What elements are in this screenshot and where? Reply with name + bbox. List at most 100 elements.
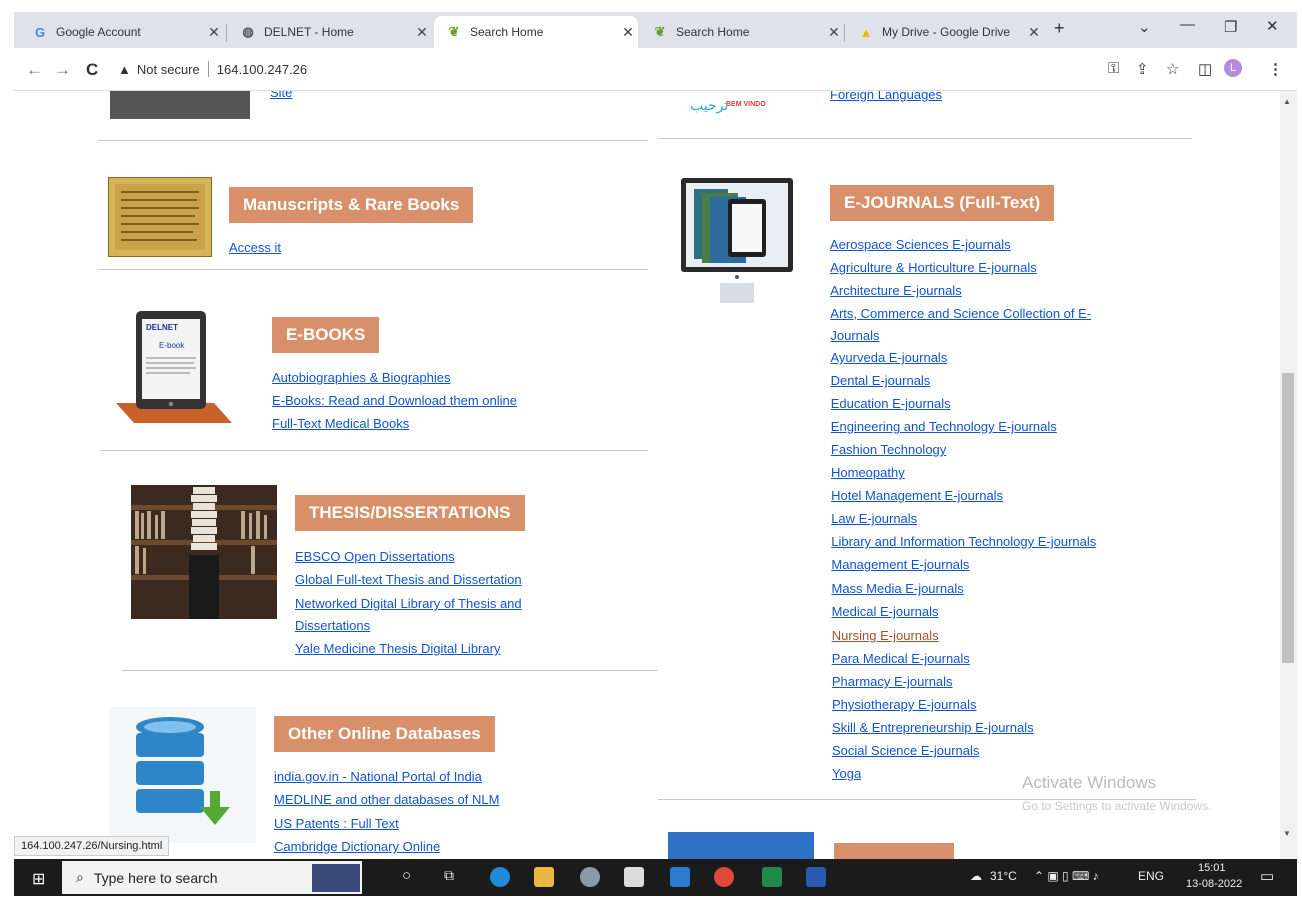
notification-icon[interactable]: ▭ bbox=[1260, 867, 1274, 885]
chevron-down-icon[interactable]: ⌄ bbox=[1138, 18, 1151, 36]
tab-strip: G Google Account ✕ ◍ DELNET - Home ✕ ❦ S… bbox=[14, 12, 1297, 48]
link-foreign-languages[interactable]: Foreign Languages bbox=[830, 91, 942, 103]
link-india-gov[interactable]: india.gov.in - National Portal of India bbox=[274, 769, 482, 785]
temperature[interactable]: 31°C bbox=[990, 869, 1017, 883]
ejournal-link[interactable]: Skill & Entrepreneurship E-journals bbox=[832, 720, 1034, 736]
ejournal-link[interactable]: Law E-journals bbox=[831, 511, 917, 527]
edge-icon[interactable] bbox=[490, 867, 510, 887]
link-yale-medicine-thesis[interactable]: Yale Medicine Thesis Digital Library bbox=[295, 641, 500, 657]
file-explorer-icon[interactable] bbox=[534, 867, 554, 887]
menu-icon[interactable]: ⋮ bbox=[1268, 60, 1283, 78]
restore-button[interactable]: ❐ bbox=[1224, 18, 1237, 36]
partial-section-title bbox=[834, 843, 954, 859]
weather-icon[interactable]: ☁ bbox=[970, 869, 982, 883]
ejournal-link[interactable]: Social Science E-journals bbox=[832, 743, 979, 759]
scroll-down-icon[interactable]: ▼ bbox=[1283, 829, 1291, 838]
link-access-it[interactable]: Access it bbox=[229, 240, 281, 256]
ejournal-link[interactable]: Ayurveda E-journals bbox=[831, 350, 948, 366]
scroll-up-icon[interactable]: ▲ bbox=[1283, 97, 1291, 106]
star-icon[interactable]: ☆ bbox=[1166, 60, 1179, 78]
taskbar-search-input[interactable]: ⌕ Type here to search bbox=[62, 861, 362, 894]
tab-title: DELNET - Home bbox=[264, 25, 354, 39]
ejournal-link[interactable]: Nursing E-journals bbox=[832, 628, 939, 644]
close-icon[interactable]: ✕ bbox=[824, 24, 844, 41]
close-icon[interactable]: ✕ bbox=[412, 24, 432, 41]
task-view-icon[interactable]: ⧉ bbox=[444, 867, 454, 884]
partial-image bbox=[110, 91, 250, 119]
google-icon: G bbox=[34, 24, 46, 40]
ejournal-link[interactable]: Agriculture & Horticulture E-journals bbox=[830, 260, 1037, 276]
link-ebooks-read-download[interactable]: E-Books: Read and Download them online bbox=[272, 393, 517, 409]
tray-icons[interactable]: ⌃ ▣ ▯ ⌨ ♪ bbox=[1034, 869, 1099, 883]
new-tab-button[interactable]: + bbox=[1054, 18, 1065, 39]
tab-delnet-home[interactable]: ◍ DELNET - Home ✕ bbox=[228, 16, 432, 48]
windows-start-icon[interactable]: ⊞ bbox=[32, 869, 45, 889]
close-window-button[interactable]: ✕ bbox=[1266, 17, 1279, 35]
section-title-ejournals: E-JOURNALS (Full-Text) bbox=[830, 185, 1055, 221]
clock-time[interactable]: 15:01 bbox=[1198, 862, 1226, 874]
close-icon[interactable]: ✕ bbox=[618, 24, 638, 41]
ejournal-link[interactable]: Architecture E-journals bbox=[830, 283, 962, 299]
settings-icon[interactable] bbox=[580, 867, 600, 887]
ejournal-link[interactable]: Para Medical E-journals bbox=[832, 651, 970, 667]
link-site[interactable]: Site bbox=[270, 91, 292, 101]
link-global-fulltext-thesis[interactable]: Global Full-text Thesis and Dissertation bbox=[295, 572, 522, 588]
word-icon[interactable] bbox=[806, 867, 826, 887]
ejournal-link[interactable]: Aerospace Sciences E-journals bbox=[830, 237, 1011, 253]
status-url: 164.100.247.26/Nursing.html bbox=[14, 836, 170, 856]
link-ndltd-cont[interactable]: Dissertations bbox=[295, 618, 370, 634]
url-text[interactable]: 164.100.247.26 bbox=[217, 62, 307, 77]
ejournal-link[interactable]: Hotel Management E-journals bbox=[831, 488, 1003, 504]
ejournal-link[interactable]: Yoga bbox=[832, 766, 861, 782]
tab-google-drive[interactable]: ▲ My Drive - Google Drive ✕ bbox=[846, 16, 1044, 48]
tab-title: My Drive - Google Drive bbox=[882, 25, 1011, 39]
ejournal-link[interactable]: Engineering and Technology E-journals bbox=[831, 419, 1057, 435]
ejournal-link[interactable]: Pharmacy E-journals bbox=[832, 674, 953, 690]
mail-icon[interactable] bbox=[670, 867, 690, 887]
language-indicator[interactable]: ENG bbox=[1138, 869, 1164, 883]
link-cambridge-dictionary[interactable]: Cambridge Dictionary Online bbox=[274, 839, 440, 855]
ejournal-link[interactable]: Journals bbox=[830, 328, 879, 344]
tab-search-home[interactable]: ❦ Search Home ✕ bbox=[640, 16, 844, 48]
vertical-scrollbar[interactable]: ▲ ▼ bbox=[1280, 91, 1297, 859]
ejournal-link[interactable]: Medical E-journals bbox=[832, 604, 939, 620]
share-icon[interactable]: ⇪ bbox=[1136, 60, 1149, 78]
tab-google-account[interactable]: G Google Account ✕ bbox=[20, 16, 224, 48]
close-icon[interactable]: ✕ bbox=[204, 24, 224, 41]
chrome-icon[interactable] bbox=[714, 867, 734, 887]
clock-date[interactable]: 13-08-2022 bbox=[1186, 878, 1242, 890]
link-ebsco-open-dissertations[interactable]: EBSCO Open Dissertations bbox=[295, 549, 455, 565]
key-icon[interactable]: ⚿ bbox=[1108, 60, 1119, 77]
reload-button[interactable]: C bbox=[86, 60, 98, 80]
ejournal-link[interactable]: Management E-journals bbox=[831, 557, 969, 573]
store-icon[interactable] bbox=[624, 867, 644, 887]
device-label: E-book bbox=[159, 341, 185, 350]
ejournal-link[interactable]: Library and Information Technology E-jou… bbox=[831, 534, 1096, 550]
ejournal-link[interactable]: Dental E-journals bbox=[831, 373, 931, 389]
sidepanel-icon[interactable]: ◫ bbox=[1198, 60, 1212, 78]
close-icon[interactable]: ✕ bbox=[1024, 24, 1044, 41]
ejournal-link[interactable]: Arts, Commerce and Science Collection of… bbox=[830, 306, 1091, 322]
ejournal-link[interactable]: Homeopathy bbox=[831, 465, 905, 481]
forward-button[interactable]: → bbox=[54, 60, 71, 80]
scrollbar-thumb[interactable] bbox=[1282, 373, 1294, 663]
avatar[interactable]: L bbox=[1224, 59, 1242, 77]
link-medline[interactable]: MEDLINE and other databases of NLM bbox=[274, 792, 499, 808]
omnibox[interactable]: ▲ Not secure 164.100.247.26 bbox=[118, 56, 1198, 82]
back-button[interactable]: ← bbox=[26, 60, 43, 80]
excel-icon[interactable] bbox=[762, 867, 782, 887]
ejournal-monitor-image bbox=[680, 177, 796, 303]
cortana-icon[interactable]: ○ bbox=[402, 867, 411, 884]
link-ndltd[interactable]: Networked Digital Library of Thesis and bbox=[295, 596, 522, 612]
tab-title: Search Home bbox=[676, 25, 750, 39]
ejournal-link[interactable]: Mass Media E-journals bbox=[832, 581, 964, 597]
activate-windows-hint: Go to Settings to activate Windows. bbox=[1022, 799, 1212, 813]
link-fulltext-medical-books[interactable]: Full-Text Medical Books bbox=[272, 416, 409, 432]
tab-search-home-active[interactable]: ❦ Search Home ✕ bbox=[434, 16, 638, 48]
link-us-patents[interactable]: US Patents : Full Text bbox=[274, 816, 399, 832]
ejournal-link[interactable]: Fashion Technology bbox=[831, 442, 946, 458]
minimize-button[interactable]: — bbox=[1180, 16, 1195, 33]
ejournal-link[interactable]: Education E-journals bbox=[831, 396, 951, 412]
ejournal-link[interactable]: Physiotherapy E-journals bbox=[832, 697, 977, 713]
link-autobiographies[interactable]: Autobiographies & Biographies bbox=[272, 370, 451, 386]
